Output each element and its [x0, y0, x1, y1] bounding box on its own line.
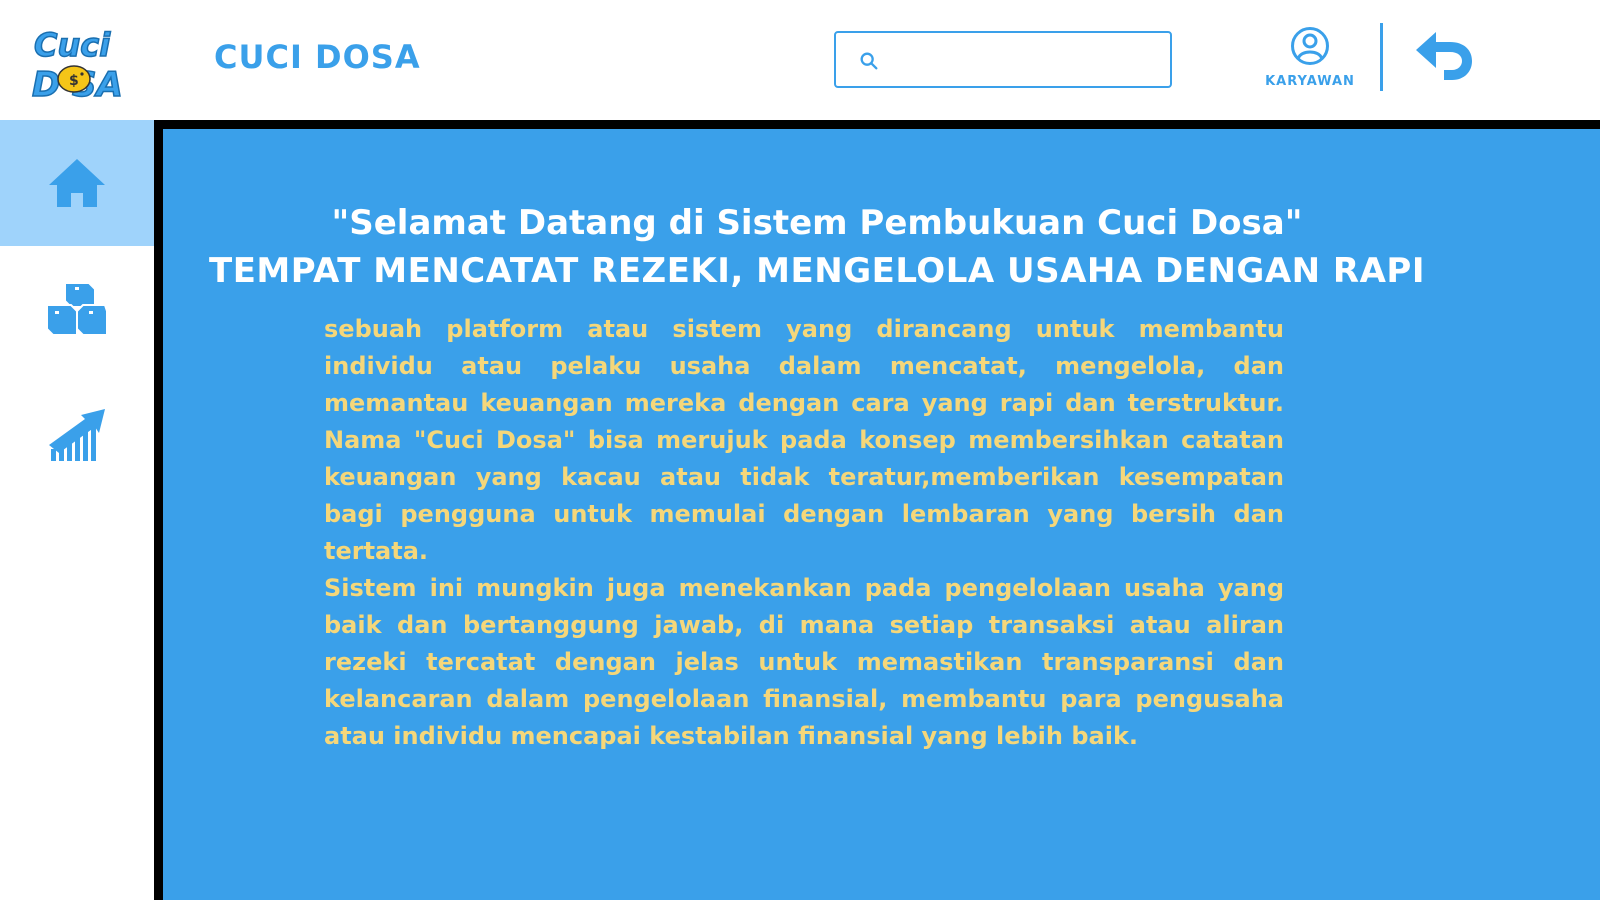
user-account-button[interactable]: KARYAWAN	[1248, 26, 1372, 92]
welcome-subtitle: TEMPAT MENCATAT REZEKI, MENGELOLA USAHA …	[209, 251, 1425, 291]
header-bar: Cuci D SA $ CUCI DOSA KARYAWAN	[0, 0, 1600, 120]
cuci-dosa-logo-icon: Cuci D SA $	[31, 25, 123, 106]
description-paragraph-2: Sistem ini mungkin juga menekankan pada …	[324, 574, 1284, 750]
app-logo[interactable]: Cuci D SA $	[30, 22, 134, 106]
welcome-title: "Selamat Datang di Sistem Pembukuan Cuci…	[331, 203, 1303, 243]
user-role-label: KARYAWAN	[1265, 74, 1355, 89]
sidebar-item-inventory[interactable]	[0, 246, 154, 372]
svg-text:Cuci: Cuci	[34, 26, 111, 64]
back-button[interactable]	[1412, 28, 1476, 84]
brand-title: CUCI DOSA	[214, 38, 421, 76]
description-paragraph-1: sebuah platform atau sistem yang diranca…	[324, 315, 1284, 565]
sidebar-item-home[interactable]	[0, 120, 154, 246]
main-panel: "Selamat Datang di Sistem Pembukuan Cuci…	[163, 129, 1600, 900]
search-input[interactable]	[892, 41, 1162, 79]
boxes-icon	[46, 282, 108, 336]
header-divider	[1380, 23, 1383, 91]
svg-text:$: $	[69, 73, 79, 89]
description-text: sebuah platform atau sistem yang diranca…	[324, 311, 1284, 755]
user-circle-icon	[1291, 27, 1329, 65]
sidebar	[0, 120, 154, 900]
sidebar-item-reports[interactable]	[0, 372, 154, 498]
undo-arrow-icon	[1416, 32, 1472, 80]
search-box[interactable]	[834, 31, 1172, 88]
search-icon	[860, 52, 878, 70]
home-icon	[49, 159, 105, 207]
chart-growth-icon	[49, 409, 105, 461]
